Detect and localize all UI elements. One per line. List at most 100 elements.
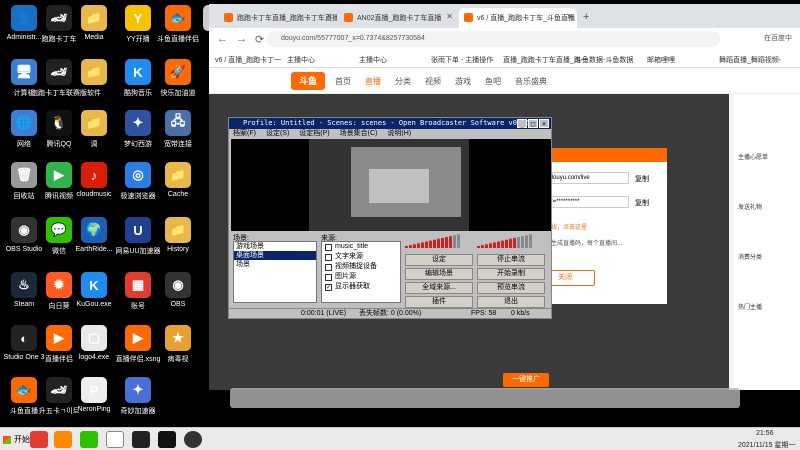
bookmark-item[interactable]: 邮箱哩哩 [647, 55, 675, 65]
desktop-icon[interactable]: Y YY开播 [116, 3, 160, 55]
close-icon[interactable]: ✕ [326, 12, 333, 21]
scenes-list[interactable]: 游戏场景 桌面场景 场景 [233, 241, 317, 303]
close-icon[interactable]: × [539, 119, 549, 128]
site-nav-item[interactable]: 游戏 [455, 76, 471, 87]
site-nav-item[interactable]: 首页 [335, 76, 351, 87]
desktop-icon[interactable]: 📁 Media [72, 3, 116, 55]
desktop-icon[interactable]: ◉ OBS [156, 270, 200, 322]
site-nav-item[interactable]: 分类 [395, 76, 411, 87]
desktop-icon[interactable]: K 酷狗音乐 [116, 57, 160, 109]
site-nav-item[interactable]: 视频 [425, 76, 441, 87]
source-item[interactable]: 图片源 [322, 272, 400, 282]
chat-item[interactable]: 消费分类 [738, 252, 762, 261]
chat-item[interactable]: 发送礼物 [738, 202, 762, 211]
desktop-icon[interactable]: ✦ 梦幻西游 [116, 108, 160, 160]
forward-icon[interactable]: → [236, 33, 247, 45]
obs-button[interactable]: 设定 [405, 254, 473, 266]
desktop-icon[interactable]: ▦ 账号 [116, 270, 160, 322]
obs-menu-item[interactable]: 档案(F) [233, 130, 256, 137]
maximize-icon[interactable]: □ [528, 119, 538, 128]
obs-button[interactable]: 停止串流 [477, 254, 545, 266]
reload-icon[interactable]: ⟳ [255, 33, 264, 46]
bookmark-item[interactable]: 张雨下单 - 主播操作 [431, 55, 493, 65]
desktop-icon[interactable]: 📁 Cache [156, 160, 200, 212]
obs-button[interactable]: 插件 [405, 296, 473, 308]
neronping-icon[interactable] [106, 431, 124, 448]
clock-time[interactable]: 21:56 [756, 430, 774, 437]
checkbox[interactable] [325, 253, 332, 261]
obs-menu-item[interactable]: 设定档(P) [299, 130, 329, 137]
bookmark-item[interactable]: 斗鱼数据-斗鱼数据 [575, 55, 633, 65]
chrome-icon[interactable] [30, 431, 48, 448]
checkbox[interactable] [325, 263, 332, 271]
wechat-icon[interactable] [80, 431, 98, 448]
desktop-icon[interactable]: 🚀 快乐加油道 [156, 57, 200, 109]
desktop-icon[interactable]: K KuGou.exe [72, 270, 116, 322]
obs-button[interactable]: 编辑场景 [405, 268, 473, 280]
source-item[interactable]: 视频捕捉设备 [322, 262, 400, 272]
game-icon[interactable] [158, 431, 176, 448]
obs-menu-item[interactable]: 场景集合(C) [340, 130, 378, 137]
back-icon[interactable]: ← [217, 33, 228, 45]
source-item[interactable]: ✓ 显示器获取 [322, 282, 400, 292]
obs-menu-item[interactable]: 设定(S) [266, 130, 289, 137]
close-icon[interactable]: ✕ [566, 12, 573, 21]
site-nav-item[interactable]: 鱼吧 [485, 76, 501, 87]
minimize-icon[interactable]: _ [517, 119, 527, 128]
douyu-icon[interactable] [54, 431, 72, 448]
start-button[interactable]: 开始 [2, 431, 30, 448]
obs-button[interactable]: 预览串流 [477, 282, 545, 294]
new-tab-icon[interactable]: + [583, 11, 589, 23]
scene-item[interactable]: 游戏场景 [234, 242, 316, 251]
desktop-icon[interactable]: 📁 History [156, 215, 200, 267]
scene-item[interactable]: 场景 [234, 260, 316, 269]
desktop-icon[interactable]: U 网易UU加速器 [115, 215, 161, 267]
close-icon[interactable]: ✕ [446, 12, 453, 21]
tab-3[interactable]: v6 / 直播_跑跑卡丁车_斗鱼直播 ✕ [459, 8, 577, 28]
translate-button[interactable]: 在百度中 [764, 33, 792, 43]
desktop-icon[interactable]: ◎ 极速浏览器 [116, 160, 160, 212]
desktop-icon[interactable]: 📁 软件 [72, 57, 116, 109]
copy-button[interactable]: 复制 [635, 198, 649, 208]
kart-icon[interactable] [132, 431, 150, 448]
desktop-icon[interactable]: ▶ 直播伴侣.xsng [116, 323, 160, 375]
desktop-icon[interactable]: ★ 病毒视 [156, 323, 200, 375]
clock-date[interactable]: 2021/11/15 星期一 [738, 440, 795, 450]
obs-menu-item[interactable]: 说明(H) [387, 130, 411, 137]
desktop-meter-bar [509, 238, 512, 248]
app-icon: 🖧 [165, 110, 191, 136]
checkbox[interactable] [325, 273, 332, 281]
site-nav-item[interactable]: 直播 [365, 76, 381, 87]
site-nav-item[interactable]: 音乐盛典 [515, 76, 547, 87]
bookmark-item[interactable]: 主播中心 [359, 55, 387, 65]
desktop-icon[interactable]: ▢ logo4.exe [72, 323, 116, 375]
chat-item[interactable]: 热门主播 [738, 302, 762, 311]
bookmark-item[interactable]: v6 / 直播_跑跑卡丁一 [215, 55, 281, 65]
obs-icon[interactable] [184, 431, 202, 448]
desktop-icon[interactable]: ♪ cloudmusic [72, 160, 116, 212]
obs-button[interactable]: 全域来源... [405, 282, 473, 294]
bookmark-item[interactable]: 主播中心 [287, 55, 315, 65]
douyu-logo[interactable]: 斗鱼 [291, 72, 325, 90]
obs-button[interactable]: 退出 [477, 296, 545, 308]
desktop-icon[interactable]: P NeronPing [72, 375, 116, 427]
checkbox[interactable] [325, 243, 332, 251]
desktop-icon[interactable]: 📁 调 [72, 108, 116, 160]
obs-button[interactable]: 开始录制 [477, 268, 545, 280]
source-item[interactable]: music_title [322, 242, 400, 252]
sources-list[interactable]: music_title 文字来源 视频捕捉设备 图片源 ✓ 显示器获取 [321, 241, 401, 303]
checkbox[interactable]: ✓ [325, 283, 332, 291]
copy-button[interactable]: 复制 [635, 174, 649, 184]
desktop-icon[interactable]: ✦ 奇妙加速器 [116, 375, 160, 427]
url-input[interactable]: douyu.com/55777007_x=0.7374&8257730584 [267, 31, 720, 47]
source-item[interactable]: 文字来源 [322, 252, 400, 262]
scene-item[interactable]: 桌面场景 [234, 251, 316, 260]
desktop-icon[interactable]: 🌍 EarthRide... [72, 215, 116, 267]
desktop-icon[interactable]: 🖧 宽带连接 [156, 108, 200, 160]
chat-item[interactable]: 主播心愿单 [738, 152, 768, 161]
mic-meter-bar [413, 244, 416, 248]
tab-1[interactable]: 跑跑卡丁车直播_跑跑卡丁车直播 ✕ [219, 8, 337, 28]
tab-2[interactable]: AN02直播_跑跑卡丁车直播 ✕ [339, 8, 457, 28]
start-stream-button[interactable]: 一键推广 [503, 373, 549, 387]
bookmark-item[interactable]: 舞蹈直播_舞蹈视频- [719, 55, 781, 65]
